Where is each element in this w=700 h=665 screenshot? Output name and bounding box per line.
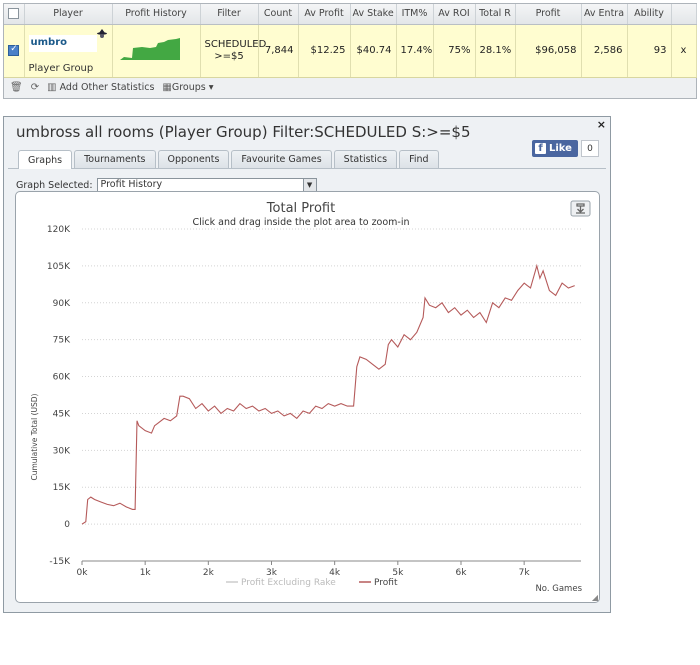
column-header-filter[interactable]: Filter xyxy=(200,4,259,25)
av-stake-cell: $40.74 xyxy=(350,24,397,78)
remove-row-button[interactable]: x xyxy=(671,24,697,78)
tab-favourite-games[interactable]: Favourite Games xyxy=(231,150,332,168)
dropdown-arrow-icon[interactable]: ▼ xyxy=(302,179,316,191)
x-tick-label: 6k xyxy=(456,568,468,578)
x-tick-label: 3k xyxy=(266,568,278,578)
trash-icon[interactable]: 🗑 xyxy=(10,82,23,93)
close-panel-button[interactable]: × xyxy=(597,118,606,131)
profit-cell: $96,058 xyxy=(515,24,582,78)
select-all-checkbox[interactable] xyxy=(8,8,20,20)
stats-table: Player Profit History Filter Count Av Pr… xyxy=(4,4,697,78)
y-tick-label: 105K xyxy=(47,262,71,272)
x-tick-label: 0k xyxy=(77,568,89,578)
tab-bar: Graphs Tournaments Opponents Favourite G… xyxy=(18,150,439,169)
profit-sparkline xyxy=(120,38,180,60)
chevron-down-icon: ▾ xyxy=(208,82,214,93)
tab-tournaments[interactable]: Tournaments xyxy=(74,150,156,168)
x-tick-label: 7k xyxy=(519,568,531,578)
y-axis-label: Cumulative Total (USD) xyxy=(30,393,39,480)
stats-toolbar: 🗑 ⟳ ▥ Add Other Statistics ▦Groups ▾ xyxy=(4,77,696,98)
panel-title: umbross all rooms (Player Group) Filter:… xyxy=(16,123,471,141)
select-all-header[interactable] xyxy=(4,4,25,25)
column-header-total-roi[interactable]: Total R xyxy=(475,4,516,25)
graph-select-row: Graph Selected: Profit History ▼ xyxy=(16,178,317,192)
column-header-count[interactable]: Count xyxy=(258,4,299,25)
add-other-statistics-button[interactable]: ▥ Add Other Statistics xyxy=(47,82,154,93)
facebook-icon: f xyxy=(535,143,546,154)
row-checkbox-cell[interactable] xyxy=(4,24,25,78)
row-checkbox[interactable] xyxy=(8,44,20,56)
table-row[interactable]: umbro Player Group SCHEDULED >=$5 7,844 … xyxy=(4,24,697,78)
columns-icon: ▥ xyxy=(47,82,57,93)
export-button[interactable] xyxy=(570,200,591,217)
column-header-profit[interactable]: Profit xyxy=(515,4,582,25)
tab-opponents[interactable]: Opponents xyxy=(157,150,230,168)
column-header-remove xyxy=(671,4,697,25)
y-tick-label: -15K xyxy=(49,557,71,567)
x-tick-label: 1k xyxy=(140,568,152,578)
chart-title: Total Profit xyxy=(266,201,335,216)
av-roi-cell: 75% xyxy=(433,24,476,78)
y-tick-label: 90K xyxy=(53,299,71,309)
chart-container[interactable]: -15K 0 15K 30K 45K 60K 75K 90K 105K 120K 0k 1k 2k 3k 4… xyxy=(15,191,600,603)
graph-selected-label: Graph Selected: xyxy=(16,179,93,191)
chart-subtitle: Click and drag inside the plot area to z… xyxy=(192,217,409,228)
facebook-like-button[interactable]: f Like xyxy=(532,140,578,157)
y-tick-label: 120K xyxy=(47,225,71,235)
table-header-row: Player Profit History Filter Count Av Pr… xyxy=(4,4,697,25)
column-header-av-entrants[interactable]: Av Entra xyxy=(581,4,628,25)
y-tick-label: 15K xyxy=(53,483,71,493)
column-header-profit-history[interactable]: Profit History xyxy=(112,4,201,25)
column-header-player[interactable]: Player xyxy=(24,4,113,25)
y-tick-label: 60K xyxy=(53,373,71,383)
x-tick-label: 4k xyxy=(329,568,341,578)
stats-panel: Player Profit History Filter Count Av Pr… xyxy=(3,3,697,99)
profit-chart[interactable]: -15K 0 15K 30K 45K 60K 75K 90K 105K 120K 0k 1k 2k 3k 4… xyxy=(16,192,599,602)
player-name[interactable]: umbro xyxy=(28,34,97,52)
refresh-icon[interactable]: ⟳ xyxy=(31,82,39,93)
series-line-profit xyxy=(81,263,575,525)
x-tick-label: 2k xyxy=(203,568,215,578)
y-tick-label: 45K xyxy=(53,409,71,419)
total-roi-cell: 28.1% xyxy=(475,24,516,78)
legend: Profit Excluding Rake Profit xyxy=(226,578,398,588)
player-cell[interactable]: umbro Player Group xyxy=(24,24,113,78)
x-axis-label: No. Games xyxy=(535,584,582,594)
legend-item-profit[interactable]: Profit xyxy=(374,578,398,588)
player-graph-panel: umbross all rooms (Player Group) Filter:… xyxy=(3,116,611,613)
table-icon: ▦ xyxy=(162,82,172,93)
y-tick-label: 30K xyxy=(53,446,71,456)
tab-graphs[interactable]: Graphs xyxy=(18,150,73,169)
count-cell: 7,844 xyxy=(258,24,299,78)
column-header-ability[interactable]: Ability xyxy=(627,4,672,25)
tab-find[interactable]: Find xyxy=(399,150,439,168)
column-header-av-roi[interactable]: Av ROI xyxy=(433,4,476,25)
av-profit-cell: $12.25 xyxy=(298,24,351,78)
ability-cell: 93 xyxy=(627,24,672,78)
y-tick-label: 75K xyxy=(53,336,71,346)
column-header-av-stake[interactable]: Av Stake xyxy=(350,4,397,25)
column-header-itm[interactable]: ITM% xyxy=(396,4,434,25)
facebook-like-widget[interactable]: f Like 0 xyxy=(532,140,599,157)
groups-dropdown[interactable]: ▦Groups ▾ xyxy=(162,82,213,93)
av-entrants-cell: 2,586 xyxy=(581,24,628,78)
like-count: 0 xyxy=(580,140,599,157)
filter-cell: SCHEDULED >=$5 xyxy=(200,24,266,78)
y-tick-label: 0 xyxy=(64,520,70,530)
profit-history-sparkline-cell[interactable] xyxy=(112,24,201,78)
legend-item-profit-excl-rake[interactable]: Profit Excluding Rake xyxy=(241,578,336,588)
column-header-av-profit[interactable]: Av Profit xyxy=(298,4,351,25)
graph-select-dropdown[interactable]: Profit History ▼ xyxy=(96,178,317,192)
player-type: Player Group xyxy=(28,62,94,74)
tab-statistics[interactable]: Statistics xyxy=(333,150,398,168)
poker-player-icon xyxy=(96,28,107,38)
resize-grip-icon[interactable]: ◢ xyxy=(592,593,598,602)
x-tick-label: 5k xyxy=(392,568,404,578)
itm-cell: 17.4% xyxy=(396,24,434,78)
